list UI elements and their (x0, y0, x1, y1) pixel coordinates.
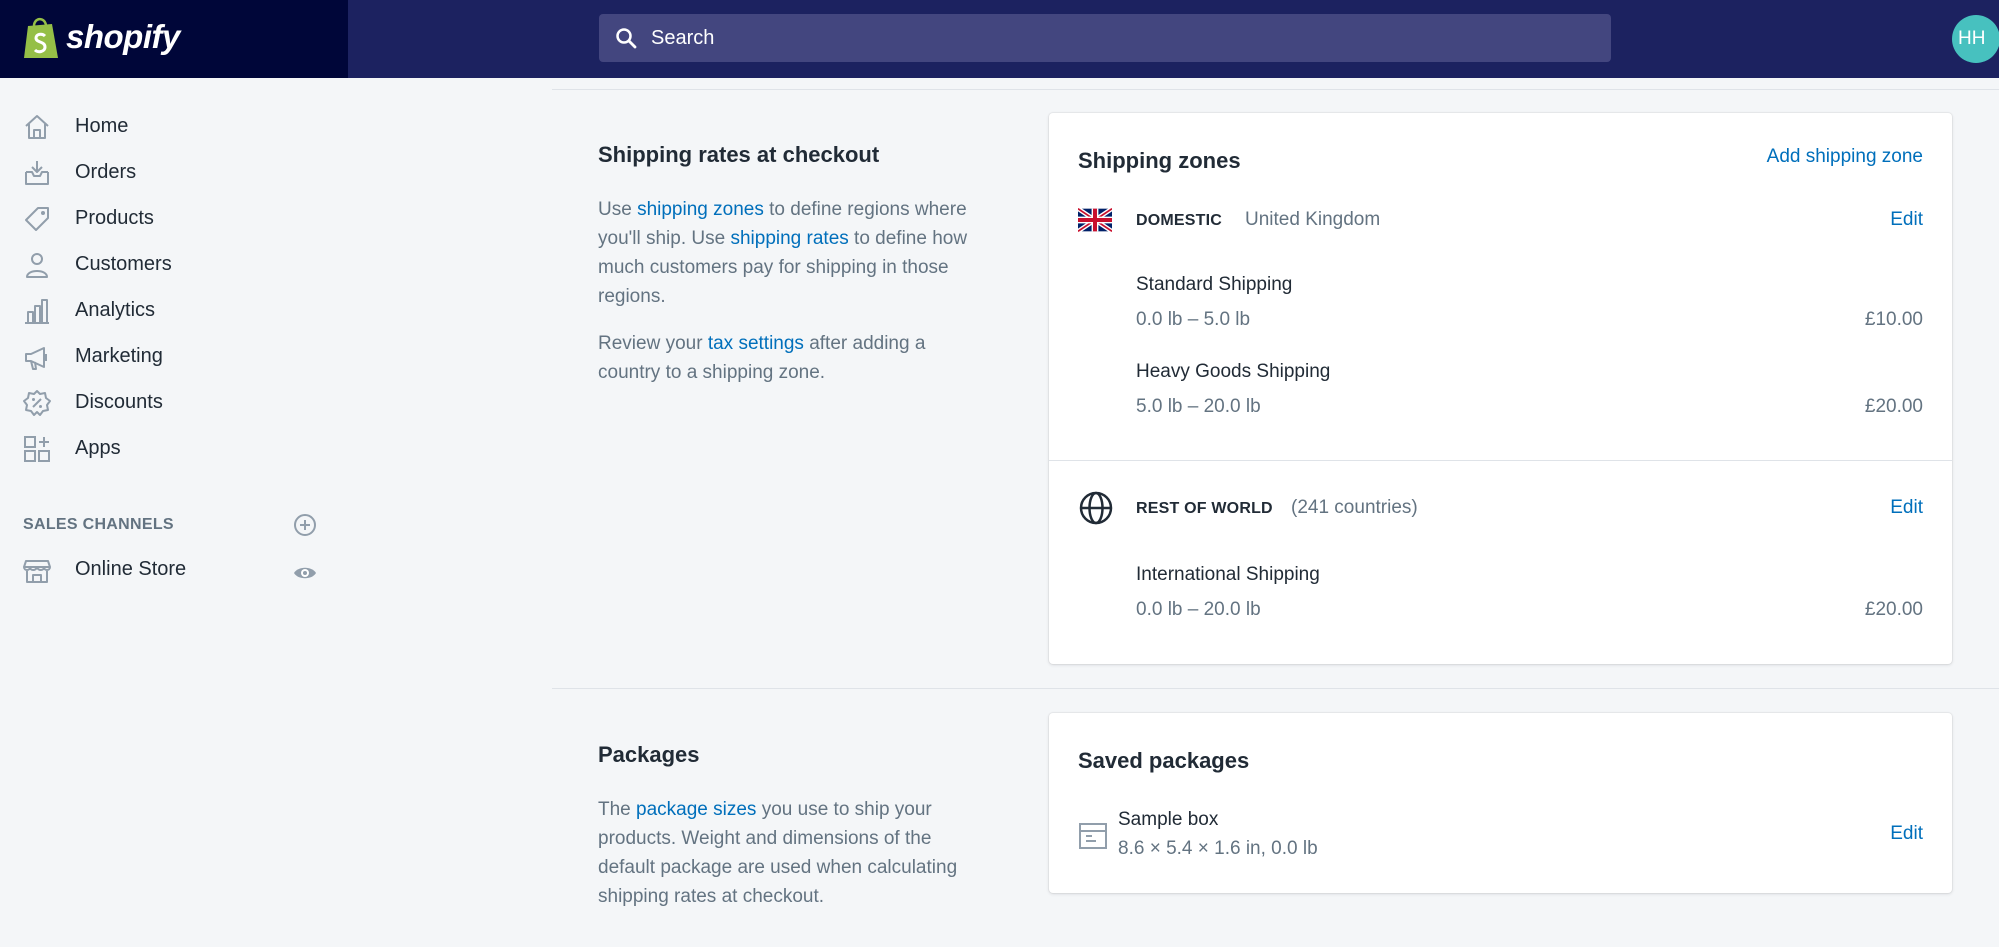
sidebar-item-marketing[interactable]: Marketing (0, 333, 348, 379)
saved-packages-title: Saved packages (1078, 748, 1250, 773)
section-divider (552, 89, 1999, 90)
edit-package-link[interactable]: Edit (1890, 823, 1923, 845)
tag-icon (25, 207, 49, 231)
package-sizes-link[interactable]: package sizes (636, 799, 756, 820)
store-icon (23, 560, 51, 583)
uk-flag-icon (1078, 207, 1112, 233)
home-icon (25, 115, 49, 139)
sidebar-item-products[interactable]: Products (0, 195, 348, 241)
top-bar: shopify Search HH (0, 0, 1999, 78)
desc-text: The (598, 799, 637, 820)
rate-range: 0.0 lb – 5.0 lb (1136, 309, 1251, 330)
shipping-zones-card: Shipping zones Add shipping zone DOMESTI… (1049, 113, 1952, 664)
rate-price: £10.00 (1864, 309, 1923, 330)
eye-icon[interactable] (292, 560, 318, 586)
desc-text: Review your (598, 333, 708, 354)
shopify-bag-icon (24, 17, 58, 58)
sidebar-item-label: Apps (75, 437, 121, 459)
packages-description: The package sizes you use to ship your p… (598, 795, 978, 911)
avatar[interactable]: HH (1952, 15, 1999, 63)
sidebar-item-label: Marketing (75, 345, 163, 367)
globe-icon (1079, 491, 1113, 525)
package-name: Sample box (1118, 809, 1219, 830)
add-circle-icon[interactable] (292, 512, 318, 538)
sidebar-item-discounts[interactable]: Discounts (0, 379, 348, 425)
bar-chart-icon (25, 299, 49, 324)
rate-price: £20.00 (1864, 396, 1923, 417)
section-divider (552, 688, 1999, 689)
rate-range: 5.0 lb – 20.0 lb (1136, 396, 1261, 417)
apps-icon (24, 436, 50, 462)
sidebar-item-orders[interactable]: Orders (0, 149, 348, 195)
rate-price: £20.00 (1864, 599, 1923, 620)
package-dimensions: 8.6 × 5.4 × 1.6 in, 0.0 lb (1118, 838, 1318, 859)
orders-icon (25, 161, 49, 185)
sidebar-item-analytics[interactable]: Analytics (0, 287, 348, 333)
edit-rest-of-world-zone-link[interactable]: Edit (1890, 497, 1923, 519)
sidebar-item-label: Customers (75, 253, 172, 275)
zone-subtitle: United Kingdom (1245, 209, 1381, 230)
discount-icon (23, 390, 51, 416)
tax-settings-link[interactable]: tax settings (708, 333, 804, 354)
edit-domestic-zone-link[interactable]: Edit (1890, 209, 1923, 231)
shipping-rates-link[interactable]: shipping rates (730, 228, 848, 249)
sidebar-item-home[interactable]: Home (0, 103, 348, 149)
add-shipping-zone-link[interactable]: Add shipping zone (1767, 146, 1923, 168)
packages-title: Packages (598, 742, 700, 767)
search-placeholder[interactable]: Search (651, 27, 714, 50)
person-icon (26, 253, 48, 278)
shipping-rates-title: Shipping rates at checkout (598, 142, 880, 167)
rate-name: International Shipping (1136, 564, 1320, 585)
rate-range: 0.0 lb – 20.0 lb (1136, 599, 1261, 620)
zone-name: REST OF WORLD (1136, 500, 1273, 517)
rate-name: Heavy Goods Shipping (1136, 361, 1331, 382)
sidebar: Home Orders Products Customers Analytics… (0, 78, 348, 947)
sidebar-item-label: Discounts (75, 391, 163, 413)
zone-separator (1049, 460, 1952, 461)
sidebar-item-customers[interactable]: Customers (0, 241, 348, 287)
saved-packages-card: Saved packages Sample box 8.6 × 5.4 × 1.… (1049, 713, 1952, 893)
search-icon (616, 28, 637, 49)
sidebar-item-apps[interactable]: Apps (0, 425, 348, 471)
search-bar[interactable]: Search (599, 14, 1611, 62)
sidebar-item-label: Analytics (75, 299, 156, 321)
zone-name: DOMESTIC (1136, 212, 1223, 229)
sidebar-item-label: Home (75, 115, 129, 137)
brand-name: shopify (66, 18, 180, 55)
shipping-zones-link[interactable]: shipping zones (637, 199, 764, 220)
desc-text: Use (598, 199, 638, 220)
tax-settings-description: Review your tax settings after adding a … (598, 329, 978, 387)
logo-area[interactable]: shopify (0, 0, 348, 78)
megaphone-icon (25, 347, 47, 370)
zone-subtitle: (241 countries) (1291, 497, 1418, 518)
rate-name: Standard Shipping (1136, 274, 1293, 295)
sidebar-item-label: Online Store (75, 558, 187, 580)
box-icon (1079, 823, 1107, 849)
sidebar-item-label: Products (75, 207, 154, 229)
sales-channels-heading: SALES CHANNELS (23, 516, 174, 533)
shipping-zones-title: Shipping zones (1078, 148, 1241, 173)
sidebar-item-label: Orders (75, 161, 137, 183)
shipping-rates-description: Use shipping zones to define regions whe… (598, 195, 978, 311)
